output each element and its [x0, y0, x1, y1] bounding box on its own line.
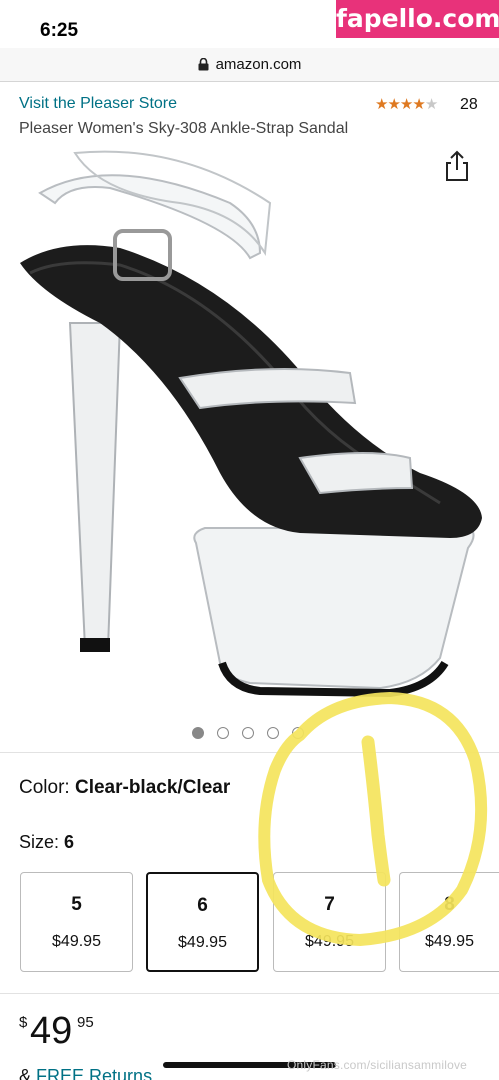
footer-watermark: OnlyFans.com/siciliansammilove [287, 1058, 468, 1072]
price-fraction: 95 [77, 1014, 94, 1031]
size-option-8[interactable]: 8 $49.95 [399, 872, 499, 972]
size-option-price: $49.95 [52, 933, 101, 950]
size-label: Size: [19, 832, 60, 852]
star-icon: ★ [424, 96, 438, 113]
star-icon: ★ [387, 96, 400, 113]
star-icon: ★ [399, 96, 413, 113]
star-rating[interactable]: ★★★★★ [375, 95, 438, 113]
section-divider [0, 752, 499, 753]
carousel-dot[interactable] [192, 727, 204, 739]
price-whole: 49 [30, 1010, 73, 1052]
sandal-image [20, 150, 482, 698]
free-returns-link[interactable]: FREE Returns [36, 1066, 152, 1080]
status-time: 6:25 [40, 20, 79, 41]
share-icon[interactable] [443, 150, 471, 182]
returns-row: & FREE Returns [19, 1066, 152, 1080]
returns-prefix: & [19, 1066, 32, 1080]
size-option-label: 5 [71, 894, 82, 915]
url-text: amazon.com [215, 56, 302, 73]
section-divider [0, 993, 499, 994]
carousel-dot[interactable] [217, 727, 229, 739]
color-label: Color: [19, 777, 70, 798]
size-option-price: $49.95 [178, 934, 227, 951]
image-carousel-dots [192, 727, 304, 739]
store-row: Visit the Pleaser Store ★★★★★ 28 [19, 95, 481, 117]
size-options: 5 $49.95 6 $49.95 7 $49.95 8 $49.95 [20, 872, 499, 972]
size-selection: Size: 6 [19, 832, 74, 853]
star-icon: ★ [412, 96, 425, 113]
size-option-price: $49.95 [305, 933, 354, 950]
size-option-label: 7 [324, 894, 335, 915]
size-option-7[interactable]: 7 $49.95 [273, 872, 386, 972]
watermark-badge: fapello.com [336, 0, 499, 38]
product-title: Pleaser Women's Sky-308 Ankle-Strap Sand… [19, 120, 349, 137]
color-selection: Color: Clear-black/Clear [19, 777, 230, 799]
carousel-dot[interactable] [267, 727, 279, 739]
rating-count[interactable]: 28 [460, 96, 478, 114]
product-image[interactable] [0, 143, 499, 718]
price-symbol: $ [19, 1014, 28, 1031]
lock-icon [198, 58, 209, 71]
size-option-price: $49.95 [425, 933, 474, 950]
size-option-label: 6 [197, 895, 208, 916]
color-value: Clear-black/Clear [74, 777, 231, 798]
url-bar[interactable]: amazon.com [0, 48, 499, 82]
store-link[interactable]: Visit the Pleaser Store [19, 95, 177, 113]
size-option-5[interactable]: 5 $49.95 [20, 872, 133, 972]
size-option-6[interactable]: 6 $49.95 [146, 872, 259, 972]
size-value: 6 [64, 832, 75, 852]
carousel-dot[interactable] [242, 727, 254, 739]
carousel-dot[interactable] [292, 727, 304, 739]
star-icon: ★ [375, 96, 388, 113]
size-option-label: 8 [444, 894, 455, 915]
